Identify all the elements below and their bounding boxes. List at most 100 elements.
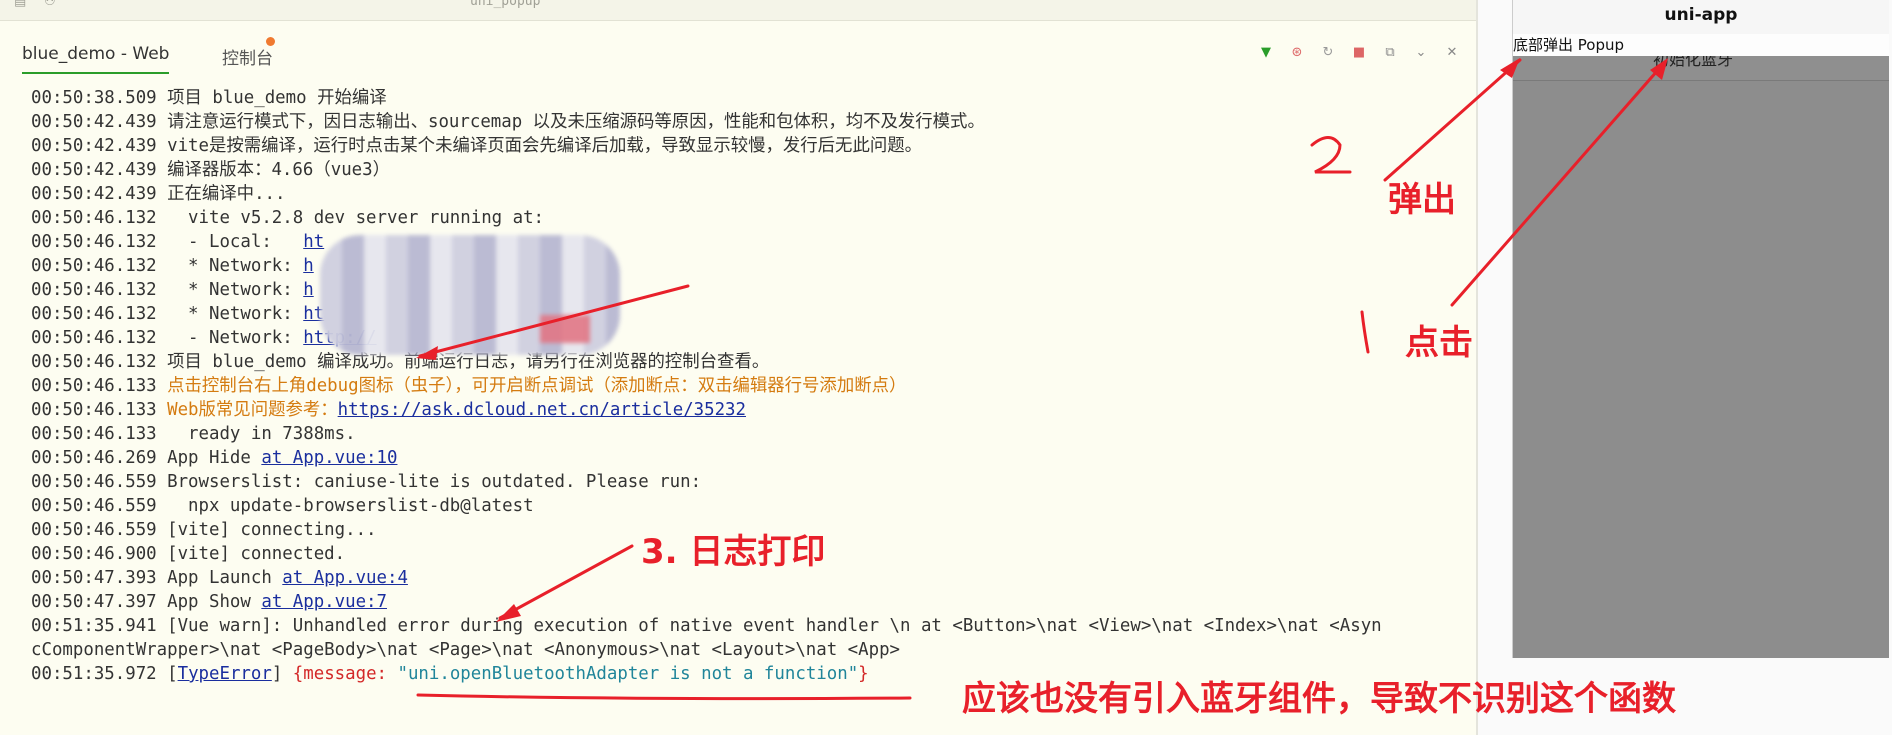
console-timestamp: 00:50:42.439 [31, 136, 157, 156]
console-timestamp: 00:50:42.439 [31, 112, 157, 132]
error-underline [416, 693, 912, 701]
console-text: ready in 7388ms. [156, 424, 356, 444]
console-line: 00:50:46.269 App Hide at App.vue:10 [31, 446, 1471, 470]
console-link[interactable]: h [303, 280, 313, 300]
console-text: App Show [156, 592, 262, 612]
console-link[interactable]: at App.vue:10 [261, 448, 397, 468]
console-timestamp: 00:50:46.559 [31, 520, 157, 540]
console-link[interactable]: https://ask.dcloud.net.cn/article/35232 [338, 400, 746, 420]
console-output: 00:50:38.509 项目 blue_demo 开始编译 00:50:42.4… [31, 86, 1471, 686]
console-line: 00:50:46.559 Browserslist: caniuse-lite … [31, 470, 1471, 494]
console-text: } [858, 664, 869, 684]
console-link[interactable]: ht [303, 232, 324, 252]
console-timestamp: 00:50:42.439 [31, 184, 157, 204]
console-timestamp: 00:50:46.132 [31, 304, 157, 324]
console-text: 请注意运行模式下，因日志输出、sourcemap 以及未压缩源码等原因，性能和包… [156, 112, 985, 132]
console-line: 00:50:46.132 vite v5.2.8 dev server runn… [31, 206, 1471, 230]
console-text: 点击控制台右上角debug图标（虫子），可开启断点调试（添加断点：双击编辑器行号… [156, 376, 907, 396]
console-timestamp: 00:50:46.133 [31, 376, 157, 396]
code-snippet: uni_popup [470, 0, 541, 9]
clear-icon[interactable]: ✕ [1443, 44, 1461, 62]
console-text: vite是按需编译，运行时点击某个未编译页面会先编译后加载，导致显示较慢，发行后… [156, 136, 923, 156]
console-link[interactable]: TypeError [178, 664, 272, 684]
console-line: 00:50:46.132 * Network: ht [31, 302, 1471, 326]
console-timestamp: 00:50:47.397 [31, 592, 157, 612]
console-timestamp: 00:50:46.559 [31, 496, 157, 516]
annotation-popup: 弹出 [1388, 180, 1456, 220]
console-link[interactable]: at App.vue:4 [282, 568, 408, 588]
console-text: - Network: [156, 328, 304, 348]
console-timestamp: 00:50:46.132 [31, 256, 157, 276]
console-text: * Network: [156, 304, 304, 324]
console-text: App Hide [156, 448, 262, 468]
popup-label: 底部弹出 Popup [1513, 34, 1889, 56]
console-line: 00:50:46.132 * Network: h [31, 254, 1471, 278]
phone-preview: uni-app 初始化蓝牙 底部弹出 Popup [1512, 0, 1889, 658]
console-line: 00:50:46.132 - Network: http:// [31, 326, 1471, 350]
debug-icon[interactable]: ⊛ [1288, 44, 1306, 62]
console-text: * Network: [156, 256, 304, 276]
chevron-down-icon[interactable]: ⌄ [1412, 44, 1430, 62]
console-timestamp: 00:50:46.269 [31, 448, 157, 468]
sidebar-toggle-icon[interactable]: ▤ [14, 0, 26, 9]
console-timestamp: 00:50:38.509 [31, 88, 157, 108]
console-text: [ [156, 664, 178, 684]
console-text: 正在编译中... [156, 184, 286, 204]
console-timestamp: 00:50:46.132 [31, 352, 157, 372]
console-line: 00:50:42.439 正在编译中... [31, 182, 1471, 206]
console-text: npx update-browserslist-db@latest [156, 496, 534, 516]
open-external-icon[interactable]: ⧉ [1381, 44, 1399, 62]
console-line: 00:50:46.132 * Network: h [31, 278, 1471, 302]
console-timestamp: 00:50:46.559 [31, 472, 157, 492]
console-text: 项目 blue_demo 编译成功。前端运行日志，请另行在浏览器的控制台查看。 [156, 352, 770, 372]
editor-top-strip: ▤ ⚇ uni_popup [0, 0, 1476, 21]
console-line: 00:50:46.132 - Local: ht [31, 230, 1471, 254]
filter-icon[interactable]: ▼ [1257, 44, 1275, 62]
console-text: cComponentWrapper>\nat <PageBody>\nat <P… [31, 640, 901, 660]
console-text: - Local: [156, 232, 304, 252]
console-line: 00:50:42.439 请注意运行模式下，因日志输出、sourcemap 以及… [31, 110, 1471, 134]
console-text: {message: [292, 664, 398, 684]
console-timestamp: 00:51:35.972 [31, 664, 157, 684]
console-text: ] [271, 664, 293, 684]
console-text: vite v5.2.8 dev server running at: [156, 208, 545, 228]
tab-web[interactable]: blue_demo - Web [22, 44, 170, 74]
console-text: "uni.openBluetoothAdapter is not a funct… [397, 664, 859, 684]
console-text: Web版常见问题参考： [156, 400, 338, 420]
console-text: 项目 blue_demo 开始编译 [156, 88, 387, 108]
console-link[interactable]: at App.vue:7 [261, 592, 387, 612]
console-link[interactable]: h [303, 256, 313, 276]
console-timestamp: 00:50:46.133 [31, 400, 157, 420]
console-line: 00:50:38.509 项目 blue_demo 开始编译 [31, 86, 1471, 110]
console-text: 编译器版本：4.66（vue3） [156, 160, 390, 180]
console-timestamp: 00:50:46.132 [31, 208, 157, 228]
console-text: [vite] connected. [156, 544, 346, 564]
refresh-icon[interactable]: ↻ [1319, 44, 1337, 62]
console-timestamp: 00:50:47.393 [31, 568, 157, 588]
console-line: 00:50:46.133 点击控制台右上角debug图标（虫子），可开启断点调试… [31, 374, 1471, 398]
annotation-log: 3. 日志打印 [641, 532, 826, 572]
console-timestamp: 00:50:46.133 [31, 424, 157, 444]
console-text: App Launch [156, 568, 283, 588]
stop-icon[interactable]: ■ [1350, 44, 1368, 62]
console-timestamp: 00:51:35.941 [31, 616, 157, 636]
console-tab-bar: blue_demo - Web 控制台 [0, 36, 1476, 76]
annotation-note: 应该也没有引入蓝牙组件，导致不识别这个函数 [962, 679, 1676, 719]
console-text: * Network: [156, 280, 304, 300]
console-timestamp: 00:50:42.439 [31, 160, 157, 180]
console-timestamp: 00:50:46.900 [31, 544, 157, 564]
tab-console[interactable]: 控制台 [222, 44, 273, 69]
console-timestamp: 00:50:46.132 [31, 232, 157, 252]
preview-title: uni-app [1513, 0, 1889, 34]
console-timestamp: 00:50:46.132 [31, 280, 157, 300]
toolbar-icon[interactable]: ⚇ [44, 0, 56, 9]
console-line: 00:50:47.397 App Show at App.vue:7 [31, 590, 1471, 614]
console-line: 00:50:42.439 编译器版本：4.66（vue3） [31, 158, 1471, 182]
console-line: 00:50:42.439 vite是按需编译，运行时点击某个未编译页面会先编译后… [31, 134, 1471, 158]
redacted-blur [320, 235, 620, 355]
console-text: Browserslist: caniuse-lite is outdated. … [156, 472, 702, 492]
console-line: 00:50:46.133 ready in 7388ms. [31, 422, 1471, 446]
console-line: cComponentWrapper>\nat <PageBody>\nat <P… [31, 638, 1471, 662]
console-line: 00:50:46.132 项目 blue_demo 编译成功。前端运行日志，请另… [31, 350, 1471, 374]
notification-badge [266, 37, 275, 46]
